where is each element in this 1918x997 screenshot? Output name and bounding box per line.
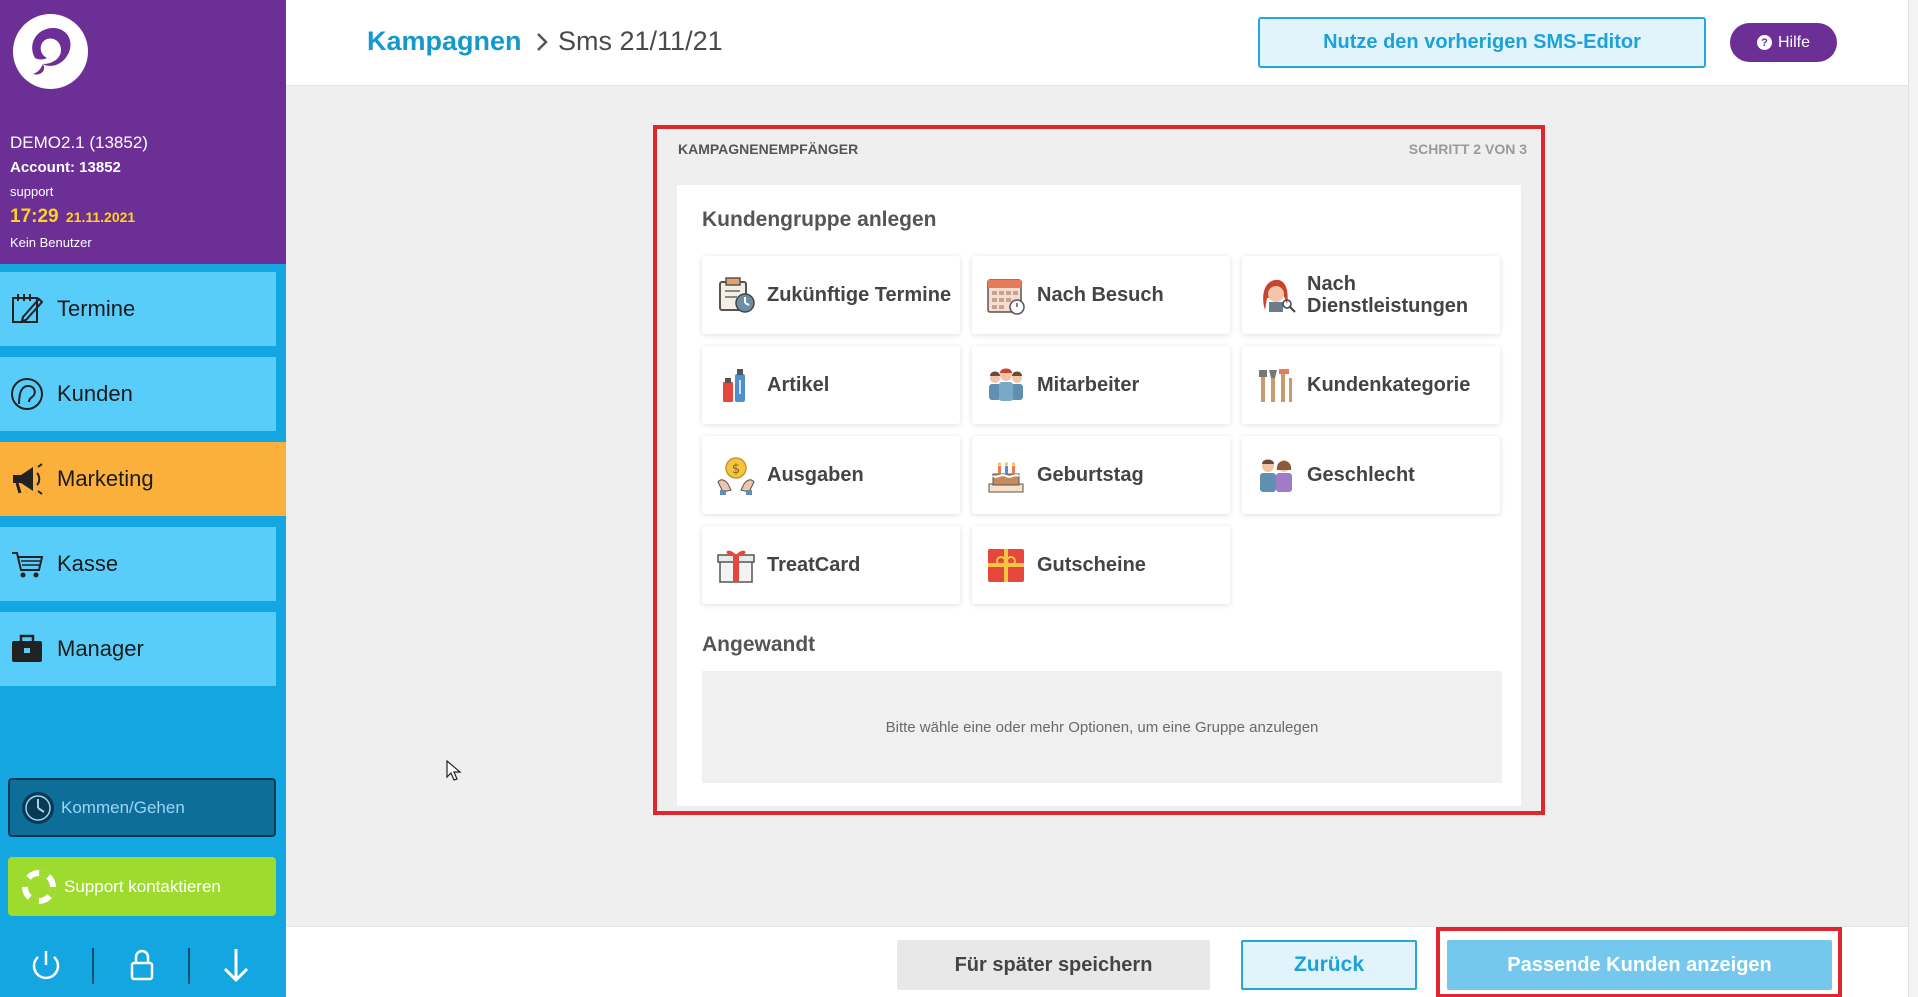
question-icon: ?: [1756, 35, 1772, 50]
tile-label: Zukünftige Termine: [767, 284, 952, 306]
scrollbar[interactable]: [1908, 0, 1918, 997]
divider: [188, 948, 190, 984]
support-button[interactable]: Support kontaktieren: [8, 857, 276, 916]
sidebar-item-manager[interactable]: Manager: [0, 612, 276, 686]
voucher-icon: [988, 549, 1024, 582]
tile-geburtstag[interactable]: Geburtstag: [972, 436, 1230, 514]
tile-nach-dienstleistungen[interactable]: Nach Dienstleistungen: [1242, 256, 1500, 334]
back-button[interactable]: Zurück: [1241, 940, 1417, 990]
tile-label: TreatCard: [767, 554, 861, 576]
calendar-visit-icon: [987, 279, 1025, 315]
sidebar-item-label: Kunden: [57, 381, 133, 406]
sidebar-item-marketing[interactable]: Marketing: [0, 442, 286, 516]
gift-card-icon: [717, 550, 755, 583]
sidebar-bottom-bar: [0, 932, 286, 997]
tile-mitarbeiter[interactable]: Mitarbeiter: [972, 346, 1230, 424]
tile-gutscheine[interactable]: Gutscheine: [972, 526, 1230, 604]
campaign-recipients-panel: KAMPAGNENEMPFÄNGER SCHRITT 2 VON 3 Kunde…: [653, 125, 1545, 815]
tile-label: Artikel: [767, 374, 830, 396]
clock-icon: [22, 791, 54, 824]
clock-in-out-label: Kommen/Gehen: [61, 797, 185, 817]
customer-group-card: Kundengruppe anlegen Zukünftige Termine …: [677, 185, 1521, 806]
product-bottles-icon: [723, 369, 745, 402]
tile-ausgaben[interactable]: $ Ausgaben: [702, 436, 960, 514]
money-hands-icon: $: [717, 457, 755, 495]
tile-label: Gutscheine: [1037, 554, 1146, 576]
applied-heading: Angewandt: [702, 633, 816, 656]
sidebar-item-label: Termine: [57, 296, 136, 321]
breadcrumb-current: Sms 21/11/21: [558, 26, 723, 56]
tile-label: Ausgaben: [767, 464, 864, 486]
birthday-cake-icon: [988, 462, 1024, 493]
category-tools-icon: [1259, 369, 1292, 402]
save-for-later-button[interactable]: Für später speichern: [897, 940, 1210, 990]
top-header: Kampagnen Sms 21/11/21 Nutze den vorheri…: [286, 0, 1918, 86]
show-customers-highlight: Passende Kunden anzeigen: [1436, 927, 1842, 997]
sidebar-item-label: Marketing: [57, 466, 154, 491]
account-panel: DEMO2.1 (13852) Account: 13852 support 1…: [0, 0, 286, 264]
time-value: 17:29: [10, 206, 59, 227]
no-user-label: Kein Benutzer: [10, 235, 92, 250]
step-indicator: SCHRITT 2 VON 3: [1408, 141, 1527, 157]
use-previous-sms-editor-button[interactable]: Nutze den vorherigen SMS-Editor: [1258, 17, 1706, 68]
tile-nach-besuch[interactable]: Nach Besuch: [972, 256, 1230, 334]
tile-label: Nach Dienstleistungen: [1307, 273, 1469, 317]
clock-in-out-button[interactable]: Kommen/Gehen: [8, 778, 276, 837]
help-button[interactable]: ? Hilfe: [1730, 23, 1837, 62]
breadcrumb-kampagnen[interactable]: Kampagnen: [367, 26, 522, 57]
account-number: Account: 13852: [10, 159, 121, 176]
future-appointments-icon: [719, 277, 755, 313]
lock-icon[interactable]: [122, 945, 162, 985]
megaphone-icon: [13, 463, 43, 495]
tile-label: Nach Besuch: [1037, 284, 1164, 306]
customer-head-icon: [11, 378, 43, 410]
tile-label: Geburtstag: [1037, 464, 1144, 486]
arrow-down-icon[interactable]: [216, 945, 256, 985]
svg-text:$: $: [732, 462, 740, 477]
gender-icon: [1260, 459, 1292, 492]
tile-label: Kundenkategorie: [1307, 374, 1471, 396]
tile-zukuenftige-termine[interactable]: Zukünftige Termine: [702, 256, 960, 334]
sidebar-item-label: Manager: [57, 636, 144, 661]
bottom-action-bar: Für später speichern Zurück Passende Kun…: [286, 926, 1908, 997]
account-name: DEMO2.1 (13852): [10, 133, 148, 152]
sidebar: DEMO2.1 (13852) Account: 13852 support 1…: [0, 0, 286, 997]
tile-geschlecht[interactable]: Geschlecht: [1242, 436, 1500, 514]
sidebar-item-label: Kasse: [57, 551, 119, 576]
staff-group-icon: [989, 368, 1023, 401]
help-label: Hilfe: [1777, 33, 1810, 51]
tile-artikel[interactable]: Artikel: [702, 346, 960, 424]
app-logo[interactable]: [13, 14, 88, 89]
divider: [92, 948, 94, 984]
account-user: support: [10, 184, 54, 199]
tile-kundenkategorie[interactable]: Kundenkategorie: [1242, 346, 1500, 424]
group-heading: Kundengruppe anlegen: [702, 208, 937, 231]
sidebar-item-kasse[interactable]: Kasse: [0, 527, 276, 601]
cart-icon: [12, 552, 44, 578]
current-time: 17:29 21.11.2021: [10, 206, 135, 228]
support-label: Support kontaktieren: [64, 876, 221, 896]
tile-label: Mitarbeiter: [1037, 374, 1140, 396]
briefcase-icon: [12, 634, 42, 662]
applied-placeholder: Bitte wähle eine oder mehr Optionen, um …: [885, 718, 1319, 736]
tile-treatcard[interactable]: TreatCard: [702, 526, 960, 604]
sidebar-item-termine[interactable]: Termine: [0, 272, 276, 346]
sidebar-item-kunden[interactable]: Kunden: [0, 357, 276, 431]
power-icon[interactable]: [26, 945, 66, 985]
panel-title: KAMPAGNENEMPFÄNGER: [678, 141, 859, 157]
services-icon: [1263, 279, 1296, 313]
tile-label: Geschlecht: [1307, 464, 1415, 486]
show-matching-customers-button[interactable]: Passende Kunden anzeigen: [1447, 940, 1832, 990]
applied-filters-box: Bitte wähle eine oder mehr Optionen, um …: [702, 671, 1502, 783]
calendar-edit-icon: [12, 294, 44, 323]
chevron-right-icon: [537, 33, 548, 51]
mouse-cursor-icon: [446, 760, 462, 781]
lifebuoy-icon: [22, 869, 56, 904]
current-date: 21.11.2021: [65, 209, 136, 225]
